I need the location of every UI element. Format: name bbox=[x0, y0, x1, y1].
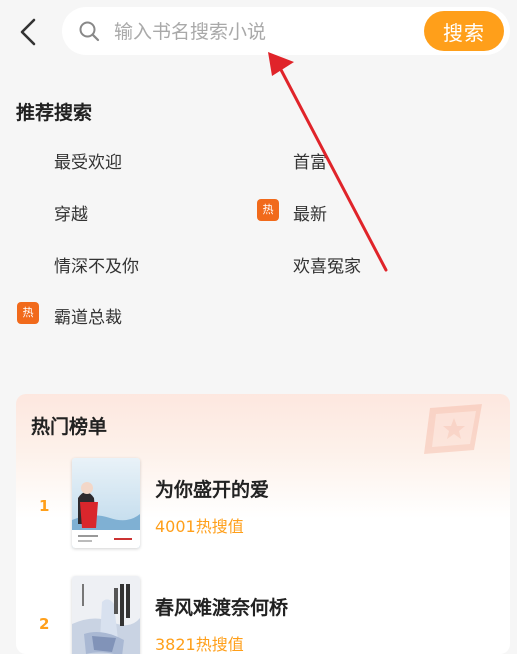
ranking-book-row[interactable]: 1 为你盛开的爱 4001热搜值 bbox=[16, 458, 510, 558]
back-button[interactable] bbox=[14, 14, 46, 50]
ranking-book-row[interactable]: 2 春风难渡奈何桥 3821热搜值 bbox=[16, 576, 510, 654]
book-heat-value: 4001热搜值 bbox=[155, 517, 244, 536]
recommend-item[interactable]: 穿越 bbox=[54, 200, 88, 225]
book-title: 为你盛开的爱 bbox=[155, 479, 270, 501]
book-heat-value: 3821热搜值 bbox=[155, 635, 244, 654]
recommend-item[interactable]: 情深不及你 bbox=[54, 252, 139, 277]
recommend-item[interactable]: 最受欢迎 bbox=[54, 148, 122, 173]
hot-tag-icon: 热 bbox=[257, 199, 279, 221]
book-cover bbox=[72, 576, 140, 654]
recommend-item[interactable]: 欢喜冤家 bbox=[293, 252, 361, 277]
top-bar: 搜索 bbox=[0, 0, 517, 64]
rank-number: 2 bbox=[39, 615, 50, 633]
hot-ranking-card: 热门榜单 1 为你盛开的爱 4001热搜值 2 春风难渡奈何桥 3821热搜值 bbox=[16, 394, 510, 654]
search-button[interactable]: 搜索 bbox=[424, 11, 504, 51]
recommend-item[interactable]: 最新 bbox=[293, 200, 327, 225]
book-cover bbox=[72, 458, 140, 548]
recommend-item[interactable]: 首富 bbox=[293, 148, 327, 173]
chevron-left-icon bbox=[20, 18, 36, 46]
recommend-section-title: 推荐搜索 bbox=[16, 102, 93, 124]
flag-decoration-icon bbox=[424, 404, 482, 454]
book-title: 春风难渡奈何桥 bbox=[155, 597, 289, 619]
rank-number: 1 bbox=[39, 497, 50, 515]
hot-ranking-title: 热门榜单 bbox=[31, 416, 108, 438]
recommend-item[interactable]: 霸道总裁 bbox=[54, 303, 122, 328]
hot-tag-icon: 热 bbox=[17, 302, 39, 324]
search-icon bbox=[79, 21, 100, 42]
search-input[interactable] bbox=[112, 17, 416, 47]
